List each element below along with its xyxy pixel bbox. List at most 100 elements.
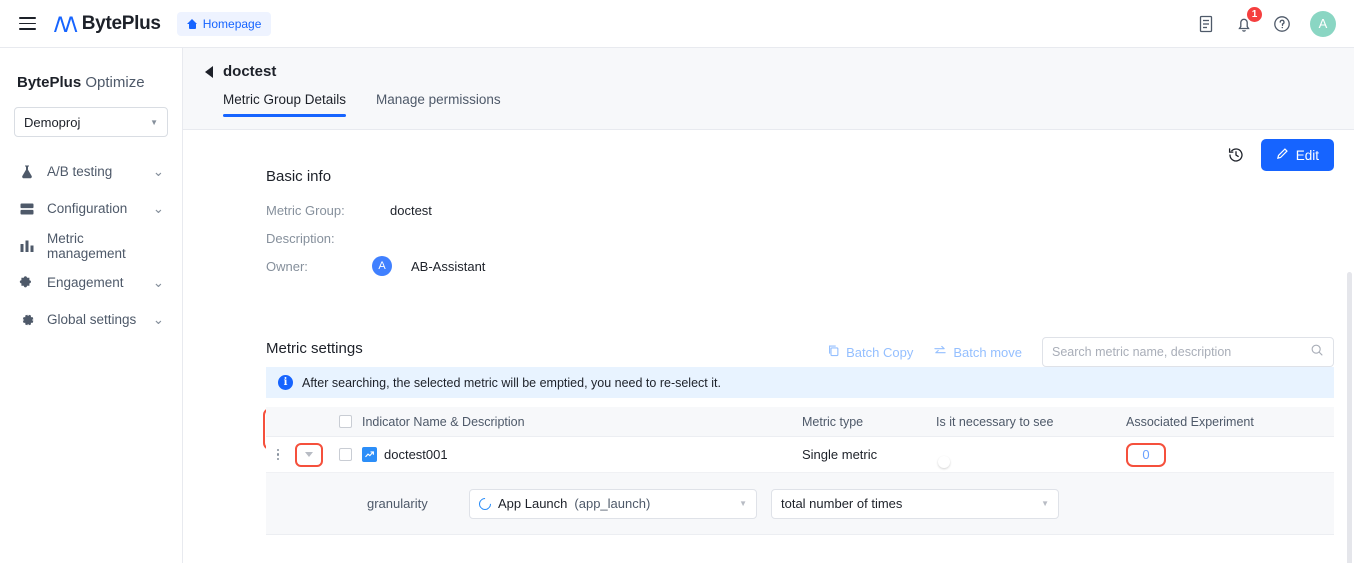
sidebar-title-light: Optimize (81, 74, 145, 91)
sidebar-item-label: Engagement (47, 275, 124, 290)
back-arrow-icon[interactable] (205, 65, 213, 78)
content-actions: Edit (1227, 139, 1334, 171)
move-icon (933, 344, 947, 360)
row-metric-name: doctest001 (362, 447, 802, 462)
tab-metric-group-details[interactable]: Metric Group Details (223, 92, 347, 117)
column-associated-experiment: Associated Experiment (1126, 414, 1254, 429)
info-banner: i After searching, the selected metric w… (266, 367, 1334, 398)
avatar[interactable]: A (1310, 10, 1336, 37)
homepage-label: Homepage (202, 16, 262, 31)
event-select[interactable]: App Launch (app_launch) ▼ (469, 488, 757, 519)
info-row-description: Description: (266, 224, 485, 252)
sidebar-title-bold: BytePlus (17, 74, 82, 91)
byteplus-mark-icon: /\/\ (54, 12, 77, 35)
notification-badge: 1 (1247, 6, 1262, 22)
event-ring-icon (476, 495, 494, 512)
aggregation-select[interactable]: total number of times ▼ (771, 488, 1059, 519)
basic-info-list: Metric Group: doctest Description: Owner… (266, 196, 485, 280)
basic-info-title: Basic info (266, 168, 332, 185)
project-selector-value: Demoproj (24, 114, 81, 130)
row-associated-experiment: 0 (1126, 442, 1306, 467)
brand-logo[interactable]: /\/\ BytePlus (54, 13, 161, 35)
event-select-value: App Launch (498, 496, 568, 511)
sidebar-item-configuration[interactable]: Configuration ⌄ (0, 190, 182, 227)
server-icon (18, 200, 35, 217)
chevron-down-icon: ▼ (150, 117, 158, 127)
main-content: Edit Basic info Metric Group: doctest De… (183, 130, 1354, 563)
sidebar-item-label: A/B testing (47, 164, 113, 179)
row-checkbox[interactable] (328, 448, 362, 461)
row-expanded-detail: granularity App Launch (app_launch) ▼ to… (266, 473, 1334, 535)
chevron-down-icon: ⌄ (152, 274, 164, 290)
home-icon (186, 18, 198, 29)
chevron-down-icon: ⌄ (152, 200, 164, 216)
sidebar-title: BytePlus Optimize (17, 74, 182, 91)
drag-handle-icon[interactable] (266, 448, 290, 461)
sidebar-item-label: Configuration (47, 201, 128, 216)
metric-group-value: doctest (390, 202, 432, 218)
row-expand-highlight (290, 442, 328, 467)
history-icon[interactable] (1227, 146, 1245, 164)
expand-highlight-box (295, 442, 323, 467)
sidebar-item-label: Metric management (47, 230, 126, 261)
row-metric-name-label[interactable]: doctest001 (384, 447, 448, 462)
metric-chart-icon (362, 447, 377, 462)
chevron-down-icon: ⌄ (152, 311, 164, 327)
vertical-scrollbar[interactable] (1347, 272, 1352, 563)
help-circle-icon[interactable] (1272, 14, 1292, 34)
bar-chart-icon (18, 237, 35, 254)
table-row: doctest001 Single metric 0 (266, 437, 1334, 473)
bell-icon[interactable]: 1 (1234, 6, 1262, 34)
sidebar-item-engagement[interactable]: Engagement ⌄ (0, 264, 182, 301)
chevron-down-icon[interactable] (305, 452, 313, 457)
page-title: doctest (223, 63, 277, 80)
copy-icon (827, 344, 840, 360)
flask-icon (18, 163, 35, 180)
associated-experiment-link[interactable]: 0 (1142, 447, 1149, 462)
owner-avatar: A (372, 256, 392, 276)
info-row-owner: Owner: A AB-Assistant (266, 252, 485, 280)
hamburger-icon[interactable] (12, 9, 42, 39)
document-icon[interactable] (1196, 14, 1216, 34)
batch-move-button[interactable]: Batch move (933, 344, 1022, 360)
batch-move-label: Batch move (953, 344, 1022, 360)
gear-icon (18, 311, 35, 328)
chevron-down-icon: ⌄ (152, 163, 164, 179)
metric-settings-toolbar: Batch Copy Batch move (827, 337, 1334, 367)
info-icon: i (278, 375, 293, 390)
tab-manage-permissions[interactable]: Manage permissions (376, 92, 501, 116)
sidebar-item-global-settings[interactable]: Global settings ⌄ (0, 301, 182, 338)
search-box[interactable] (1042, 337, 1334, 367)
puzzle-icon (18, 274, 35, 291)
sidebar: BytePlus Optimize Demoproj ▼ A/B testing… (0, 48, 183, 563)
sidebar-item-metric-management[interactable]: Metric management (0, 227, 182, 264)
chevron-down-icon: ▼ (739, 499, 747, 508)
select-all-checkbox[interactable] (328, 415, 362, 428)
search-icon[interactable] (1310, 343, 1324, 362)
edit-button[interactable]: Edit (1260, 139, 1334, 171)
metrics-table: Indicator Name & Description Metric type… (266, 407, 1334, 535)
search-input[interactable] (1052, 345, 1304, 359)
sidebar-item-ab-testing[interactable]: A/B testing ⌄ (0, 153, 182, 190)
sidebar-nav: A/B testing ⌄ Configuration ⌄ Metric man… (0, 153, 182, 338)
batch-copy-button[interactable]: Batch Copy (827, 344, 913, 360)
info-banner-text: After searching, the selected metric wil… (302, 375, 721, 390)
brand-name: BytePlus (81, 12, 161, 34)
tab-bar: Metric Group Details Manage permissions (183, 92, 1354, 117)
description-label: Description: (266, 230, 335, 246)
sidebar-item-label: Global settings (47, 312, 137, 327)
aggregation-select-value: total number of times (781, 496, 903, 511)
column-necessary-to-see: Is it necessary to see (936, 414, 1054, 429)
project-selector[interactable]: Demoproj ▼ (14, 107, 168, 137)
metric-group-label: Metric Group: (266, 202, 345, 218)
homepage-button[interactable]: Homepage (176, 11, 272, 36)
column-metric-type: Metric type (802, 414, 864, 429)
pencil-icon (1276, 147, 1289, 163)
info-row-metric-group: Metric Group: doctest (266, 196, 485, 224)
owner-value: AB-Assistant (411, 258, 486, 274)
associated-highlight-box: 0 (1126, 442, 1166, 467)
breadcrumb: doctest (183, 48, 1354, 80)
chevron-down-icon: ▼ (1041, 499, 1049, 508)
page-header: doctest Metric Group Details Manage perm… (183, 48, 1354, 130)
edit-button-label: Edit (1295, 147, 1319, 163)
